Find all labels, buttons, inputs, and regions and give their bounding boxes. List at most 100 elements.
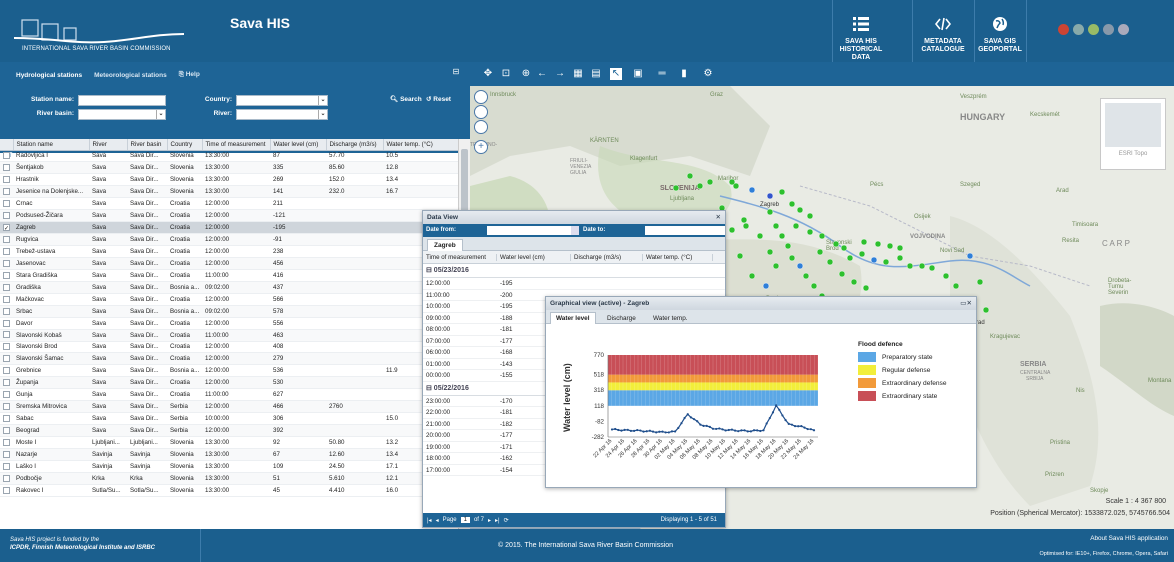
row-checkbox[interactable] xyxy=(3,319,10,327)
flag-hr-icon[interactable] xyxy=(1088,24,1099,35)
row-checkbox[interactable] xyxy=(3,259,10,267)
row-checkbox[interactable] xyxy=(3,343,10,351)
table-row[interactable]: Beograd Sava Sava Dir... Serbia 12:00:00 392 xyxy=(0,424,458,437)
pan-center-icon[interactable] xyxy=(474,105,488,119)
measure-icon[interactable]: ▣ xyxy=(632,68,644,80)
table-row[interactable]: Sremska Mitrovica Sava Sava Dir... Serbia 12… xyxy=(0,400,458,414)
row-checkbox[interactable] xyxy=(3,355,10,363)
group-header[interactable]: ⊟ 05/23/2016 xyxy=(423,264,725,278)
table-row[interactable]: Slavonski Brod Sava Sava Dir... Croatia 12:0… xyxy=(0,341,458,354)
table-row[interactable]: Radovljica I Sava Sava Dir... Slovenia 13:30… xyxy=(0,150,458,163)
table-row[interactable]: Davor Sava Sava Dir... Croatia 12:00:00 556 xyxy=(0,317,458,330)
tab-zagreb[interactable]: Zagreb xyxy=(427,239,463,251)
last-page-icon[interactable]: ▸| xyxy=(495,517,500,524)
pan-icon[interactable]: ✥ xyxy=(482,68,494,80)
table-row[interactable]: Slavonski Šamac Sava Sava Dir... Croatia 12:… xyxy=(0,352,458,366)
column-header[interactable]: Station name xyxy=(13,139,90,151)
column-header[interactable]: Water level (cm) xyxy=(270,139,327,151)
column-header[interactable]: River basin xyxy=(127,139,168,151)
table-row[interactable]: Šentjakob Sava Sava Dir... Slovenia 13:30:00… xyxy=(0,161,458,175)
table-row[interactable]: Jasenovac Sava Sava Dir... Croatia 12:00:00 4… xyxy=(0,257,458,270)
station-name-input[interactable] xyxy=(78,95,166,106)
table-row[interactable]: Gunja Sava Sava Dir... Croatia 11:00:00 627 xyxy=(0,388,458,402)
nav-historical-data[interactable]: SAVA HIS HISTORICAL DATA xyxy=(834,0,888,62)
table-row[interactable]: Slavonski Kobaš Sava Sava Dir... Croatia 11:… xyxy=(0,329,458,342)
row-checkbox[interactable] xyxy=(3,426,10,434)
date-from-input[interactable] xyxy=(487,226,575,235)
back-icon[interactable]: ← xyxy=(536,68,548,80)
country-select[interactable]: ⌄ xyxy=(236,95,328,106)
zoom-in-icon[interactable]: + xyxy=(474,140,488,154)
pan-up-icon[interactable] xyxy=(474,90,488,104)
table-row[interactable]: Županja Sava Sava Dir... Croatia 12:00:00 530 xyxy=(0,376,458,390)
table-row[interactable]: Trebež-ustava Sava Sava Dir... Croatia 12:00… xyxy=(0,245,458,258)
zoom-controls[interactable]: + xyxy=(474,90,488,154)
table-row[interactable]: Gradiška Sava Sava Dir... Bosnia a... 09:02:… xyxy=(0,281,458,294)
table-row[interactable]: ✓ Zagreb Sava Sava Dir... Croatia 12:00:00 -19… xyxy=(0,221,458,235)
select-icon[interactable]: ↖ xyxy=(610,68,622,80)
row-checkbox[interactable] xyxy=(3,271,10,279)
search-button[interactable]: 🔍︎ Search xyxy=(390,95,422,103)
table-row[interactable]: Podbočje Krka Krka Slovenia 13:30:00 51 5.610 1… xyxy=(0,472,458,485)
row-checkbox[interactable] xyxy=(3,403,10,411)
row-checkbox[interactable] xyxy=(3,295,10,303)
table-row[interactable]: Hrastnik Sava Sava Dir... Slovenia 13:30:00 2… xyxy=(0,173,458,187)
row-checkbox[interactable] xyxy=(3,188,10,196)
language-flags[interactable] xyxy=(1058,24,1129,35)
row-checkbox[interactable] xyxy=(3,235,10,243)
zoom-extent-icon[interactable]: ⊕ xyxy=(520,68,532,80)
row-checkbox[interactable] xyxy=(3,486,10,494)
table-row[interactable]: Grebnice Sava Sava Dir... Bosnia a... 12:00:… xyxy=(0,364,458,378)
list-item[interactable]: 12:00:00 -195 xyxy=(423,278,725,290)
row-checkbox[interactable] xyxy=(3,474,10,482)
row-checkbox[interactable] xyxy=(3,200,10,208)
row-checkbox[interactable] xyxy=(3,176,10,184)
zoom-box-icon[interactable]: ⊡ xyxy=(500,68,512,80)
river-basin-select[interactable]: ⌄ xyxy=(78,109,166,120)
table-row[interactable]: Mačkovac Sava Sava Dir... Croatia 12:00:00 56… xyxy=(0,293,458,306)
row-checkbox[interactable] xyxy=(3,307,10,315)
column-header[interactable]: Discharge (m3/s) xyxy=(571,253,643,261)
window-controls-icon[interactable]: ▭✕ xyxy=(960,297,972,310)
table-row[interactable]: Laško I Savinja Savinja Slovenia 13:30:00 109… xyxy=(0,460,458,473)
settings-icon[interactable]: ⚙ xyxy=(702,68,714,80)
tab-hydrological-stations[interactable]: Hydrological stations xyxy=(16,72,82,79)
row-checkbox[interactable] xyxy=(3,438,10,446)
table-row[interactable]: Moste I Ljubljani... Ljubljani... Slovenia 1… xyxy=(0,436,458,449)
flag-en-icon[interactable] xyxy=(1058,24,1069,35)
flag-bs-icon[interactable] xyxy=(1103,24,1114,35)
table-row[interactable]: Srbac Sava Sava Dir... Bosnia a... 09:02:00 5… xyxy=(0,305,458,318)
row-checkbox[interactable] xyxy=(3,367,10,375)
column-header[interactable]: River xyxy=(89,139,128,151)
row-checkbox[interactable] xyxy=(3,152,10,160)
table-row[interactable]: Podsused-Žičara Sava Sava Dir... Croatia 12:… xyxy=(0,209,458,223)
table-row[interactable]: Stara Gradiška Sava Sava Dir... Croatia 11:0… xyxy=(0,269,458,282)
tab-water-level[interactable]: Water level xyxy=(550,312,596,324)
flag-sr-icon[interactable] xyxy=(1118,24,1129,35)
column-header[interactable]: Discharge (m3/s) xyxy=(326,139,384,151)
date-to-input[interactable] xyxy=(645,226,725,235)
row-checkbox[interactable] xyxy=(3,331,10,339)
column-header[interactable]: Time of measurement xyxy=(423,253,497,261)
row-checkbox[interactable] xyxy=(3,450,10,458)
tab-meteorological-stations[interactable]: Meteorological stations xyxy=(94,72,167,79)
table-row[interactable]: Nazarje Savinja Savinja Slovenia 13:30:00 67 1… xyxy=(0,448,458,461)
table-row[interactable]: Rugvica Sava Sava Dir... Croatia 12:00:00 -91 xyxy=(0,233,458,246)
print-icon[interactable]: ▮ xyxy=(678,68,690,80)
row-checkbox[interactable] xyxy=(3,283,10,291)
basemap-switcher[interactable]: ESRI Topo xyxy=(1100,98,1166,170)
refresh-icon[interactable]: ⟳ xyxy=(504,517,509,524)
river-select[interactable]: ⌄ xyxy=(236,109,328,120)
next-page-icon[interactable]: ▸ xyxy=(488,517,491,524)
page-input[interactable]: 1 xyxy=(460,517,470,523)
table-row[interactable]: Rakovec I Sutla/Su... Sotla/Su... Slovenia 1… xyxy=(0,484,458,497)
tab-discharge[interactable]: Discharge xyxy=(602,313,641,324)
grid-icon[interactable]: ▤ xyxy=(590,68,602,80)
forward-icon[interactable]: → xyxy=(554,68,566,80)
table-row[interactable]: Crnac Sava Sava Dir... Croatia 12:00:00 211 xyxy=(0,197,458,211)
nav-gis-geoportal[interactable]: SAVA GIS GEOPORTAL xyxy=(976,0,1024,62)
column-header[interactable]: Water temp. (°C) xyxy=(383,139,458,151)
row-checkbox[interactable] xyxy=(3,415,10,423)
column-header[interactable]: Water temp. (°C) xyxy=(643,253,713,261)
row-checkbox[interactable]: ✓ xyxy=(3,224,10,232)
